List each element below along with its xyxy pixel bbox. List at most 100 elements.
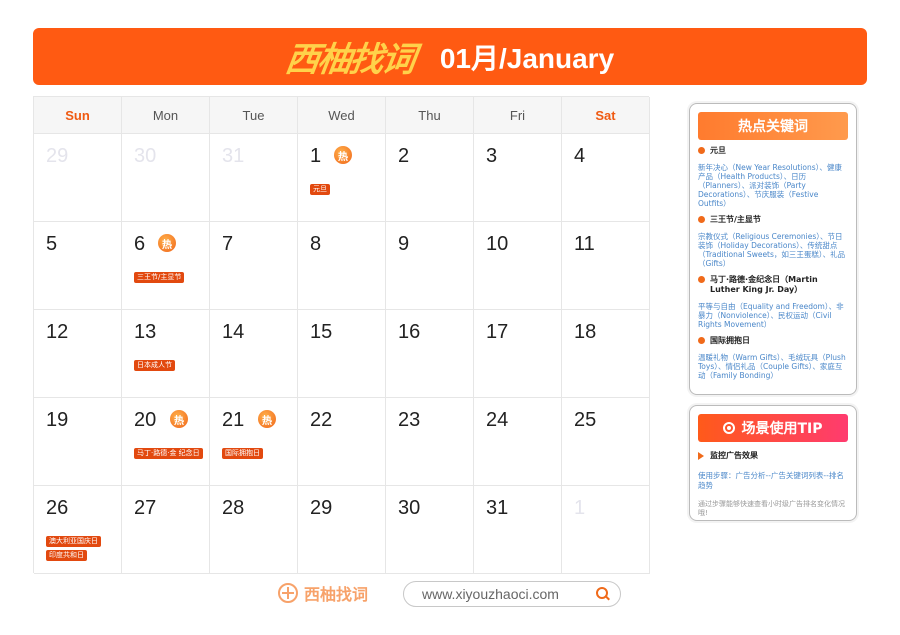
- day-cell[interactable]: 13 日本成人节: [122, 310, 210, 398]
- keyword-item: 马丁·路德·金纪念日（Martin Luther King Jr. Day） 平等…: [698, 275, 848, 329]
- day-cell[interactable]: 30: [122, 134, 210, 222]
- day-number: 15: [310, 321, 333, 343]
- day-number: 13: [134, 321, 157, 343]
- grapefruit-logo-icon: [278, 583, 298, 603]
- day-number: 29: [310, 497, 333, 519]
- day-cell[interactable]: 18: [562, 310, 650, 398]
- tip-steps: 使用步骤：广告分析--广告关键词列表--排名趋势: [698, 471, 844, 490]
- day-cell[interactable]: 9: [386, 222, 474, 310]
- holiday-tags: 马丁·路德·金 纪念日: [134, 448, 203, 459]
- day-number: 9: [398, 233, 410, 255]
- day-cell[interactable]: 6 热三王节/主显节: [122, 222, 210, 310]
- url-search-bar[interactable]: www.xiyouzhaoci.com: [403, 581, 621, 607]
- tip-item-title: 监控广告效果: [710, 451, 758, 460]
- weekday-header-row: Sun Mon Tue Wed Thu Fri Sat: [34, 97, 650, 134]
- day-cell[interactable]: 11: [562, 222, 650, 310]
- day-number: 24: [486, 409, 509, 431]
- holiday-tag[interactable]: 澳大利亚国庆日: [46, 536, 101, 547]
- day-cell[interactable]: 1 热元旦: [298, 134, 386, 222]
- day-cell[interactable]: 19: [34, 398, 122, 486]
- day-cell[interactable]: 29: [34, 134, 122, 222]
- target-icon: [723, 422, 736, 434]
- day-number: 1: [574, 497, 586, 519]
- day-number: 8: [310, 233, 322, 255]
- day-cell[interactable]: 4: [562, 134, 650, 222]
- holiday-tags: 日本成人节: [134, 360, 175, 371]
- day-cell[interactable]: 21 热国际拥抱日: [210, 398, 298, 486]
- footer-brand-name: 西柚找词: [304, 585, 369, 604]
- holiday-tag[interactable]: 三王节/主显节: [134, 272, 185, 283]
- day-number: 31: [222, 145, 245, 167]
- day-cell[interactable]: 1: [562, 486, 650, 574]
- calendar: Sun Mon Tue Wed Thu Fri Sat 29 30 31 1 热元旦 2 3 4 5 6 热三王…: [33, 96, 650, 574]
- day-number: 18: [574, 321, 597, 343]
- holiday-tag[interactable]: 日本成人节: [134, 360, 175, 371]
- day-cell[interactable]: 28: [210, 486, 298, 574]
- day-cell[interactable]: 10: [474, 222, 562, 310]
- calendar-grid: 29 30 31 1 热元旦 2 3 4 5 6 热三王节/主显节 7 8 9 10 11 12 13 日本成人节 1…: [34, 134, 650, 574]
- day-cell[interactable]: 31: [210, 134, 298, 222]
- day-number: 5: [46, 233, 58, 255]
- day-number: 12: [46, 321, 69, 343]
- day-cell[interactable]: 8: [298, 222, 386, 310]
- weekday-fri: Fri: [474, 97, 562, 134]
- day-cell[interactable]: 29: [298, 486, 386, 574]
- keyword-item-header: 马丁·路德·金纪念日（Martin Luther King Jr. Day）: [698, 275, 848, 295]
- holiday-tag[interactable]: 印度共和日: [46, 550, 87, 561]
- day-cell[interactable]: 26 澳大利亚国庆日 印度共和日: [34, 486, 122, 574]
- day-number: 25: [574, 409, 597, 431]
- holiday-tag[interactable]: 马丁·路德·金 纪念日: [134, 448, 203, 459]
- day-cell[interactable]: 3: [474, 134, 562, 222]
- day-cell[interactable]: 16: [386, 310, 474, 398]
- day-cell[interactable]: 30: [386, 486, 474, 574]
- day-cell[interactable]: 23: [386, 398, 474, 486]
- scene-tip-header: 场景使用TIP: [698, 414, 848, 442]
- weekday-sat: Sat: [562, 97, 650, 134]
- bullet-dot-icon: [698, 276, 705, 283]
- day-number: 31: [486, 497, 509, 519]
- day-cell[interactable]: 24: [474, 398, 562, 486]
- hot-badge-icon: 热: [258, 410, 276, 428]
- weekday-sun: Sun: [34, 97, 122, 134]
- hot-keywords-header: 热点关键词: [698, 112, 848, 140]
- day-cell[interactable]: 5: [34, 222, 122, 310]
- keyword-item: 三王节/主显节 宗教仪式（Religious Ceremonies）、节日装饰（H…: [698, 215, 848, 268]
- keyword-item: 国际拥抱日 温暖礼物（Warm Gifts）、毛绒玩具（Plush Toys）、情…: [698, 336, 848, 380]
- footer-brand: 西柚找词: [278, 582, 368, 604]
- day-number: 1: [310, 145, 322, 167]
- play-arrow-icon: [698, 451, 704, 460]
- site-url: www.xiyouzhaoci.com: [422, 586, 559, 602]
- hot-badge-icon: 热: [158, 234, 176, 252]
- day-number: 30: [134, 145, 157, 167]
- tip-note: 通过步骤能够快速查看小时级广告排名变化情况哦!: [698, 500, 845, 517]
- bullet-dot-icon: [698, 216, 705, 223]
- hot-badge-icon: 热: [170, 410, 188, 428]
- day-number: 10: [486, 233, 509, 255]
- day-cell[interactable]: 14: [210, 310, 298, 398]
- day-cell[interactable]: 31: [474, 486, 562, 574]
- tip-item: 监控广告效果: [698, 450, 848, 461]
- day-cell[interactable]: 25: [562, 398, 650, 486]
- day-cell[interactable]: 7: [210, 222, 298, 310]
- day-cell[interactable]: 20 热马丁·路德·金 纪念日: [122, 398, 210, 486]
- keyword-list: 元旦 新年决心（New Year Resolutions）、健康产品（Health…: [690, 140, 856, 380]
- keyword-item-desc: 宗教仪式（Religious Ceremonies）、节日装饰（Holiday …: [698, 232, 846, 268]
- day-number: 11: [574, 233, 595, 255]
- day-cell[interactable]: 15: [298, 310, 386, 398]
- scene-tip-body: 监控广告效果 使用步骤：广告分析--广告关键词列表--排名趋势 通过步骤能够快速…: [690, 442, 856, 518]
- day-number: 7: [222, 233, 234, 255]
- holiday-tag[interactable]: 国际拥抱日: [222, 448, 263, 459]
- day-cell[interactable]: 12: [34, 310, 122, 398]
- day-cell[interactable]: 22: [298, 398, 386, 486]
- day-cell[interactable]: 17: [474, 310, 562, 398]
- day-number: 26: [46, 497, 69, 519]
- day-number: 27: [134, 497, 157, 519]
- holiday-tag[interactable]: 元旦: [310, 184, 330, 195]
- keyword-item: 元旦 新年决心（New Year Resolutions）、健康产品（Health…: [698, 146, 848, 208]
- day-cell[interactable]: 27: [122, 486, 210, 574]
- day-number: 19: [46, 409, 69, 431]
- keyword-item-desc: 新年决心（New Year Resolutions）、健康产品（Health P…: [698, 163, 842, 208]
- search-icon[interactable]: [596, 587, 610, 601]
- day-cell[interactable]: 2: [386, 134, 474, 222]
- page-title: 01月/January: [439, 42, 615, 74]
